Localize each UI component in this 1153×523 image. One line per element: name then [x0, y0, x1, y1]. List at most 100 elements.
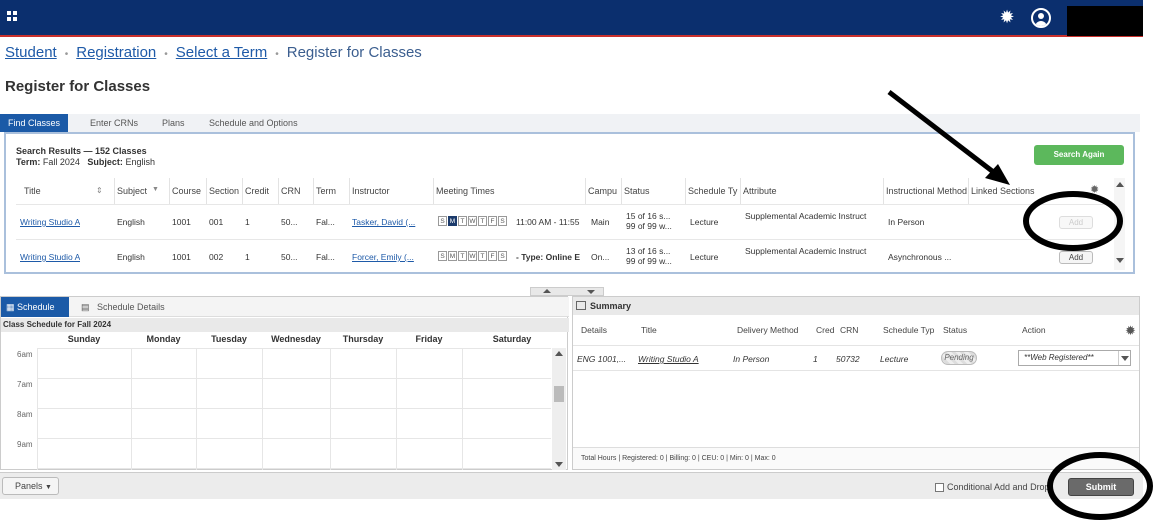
cell-course: 1001 — [172, 252, 191, 262]
col-instructor[interactable]: Instructor — [352, 186, 390, 196]
col-term[interactable]: Term — [316, 186, 336, 196]
col-cred[interactable]: Cred — [816, 325, 834, 335]
breadcrumb-student[interactable]: Student — [5, 44, 57, 61]
cell-campus: On... — [591, 252, 610, 262]
cell-schedule-type: Lecture — [690, 252, 719, 262]
cell-attribute: Supplemental Academic Instruct — [745, 246, 867, 256]
calendar-icon: ▦ — [6, 302, 15, 312]
col-meeting-times[interactable]: Meeting Times — [436, 186, 495, 196]
col-details[interactable]: Details — [581, 325, 607, 335]
col-credit[interactable]: Credit — [245, 186, 269, 196]
panel-resize-handle[interactable] — [530, 287, 604, 296]
sort-desc-icon[interactable]: ▼ — [152, 186, 159, 193]
col-instructional-method[interactable]: Instructional Method — [886, 186, 967, 196]
summary-title-link[interactable]: Writing Studio A — [638, 354, 699, 364]
summary-cred: 1 — [813, 354, 818, 364]
cell-term: Fal... — [316, 217, 335, 227]
settings-gear-icon[interactable]: ✹ — [998, 8, 1016, 26]
scroll-up-icon[interactable] — [1116, 182, 1124, 187]
schedule-panel: ▦ Schedule ▤ Schedule Details Class Sche… — [0, 296, 569, 470]
page-title: Register for Classes — [5, 78, 151, 95]
col-status[interactable]: Status — [943, 325, 967, 335]
cell-course: 1001 — [172, 217, 191, 227]
meeting-days: SMTWTFS — [438, 216, 508, 226]
cell-attribute: Supplemental Academic Instruct — [745, 211, 867, 221]
col-crn[interactable]: CRN — [840, 325, 858, 335]
tab-plans[interactable]: Plans — [154, 114, 193, 132]
class-title-link[interactable]: Writing Studio A — [20, 252, 80, 262]
cell-term: Fal... — [316, 252, 335, 262]
table-row: Writing Studio A English 1001 001 1 50..… — [16, 204, 1111, 238]
col-title[interactable]: Title — [641, 325, 657, 335]
col-delivery-method[interactable]: Delivery Method — [737, 325, 798, 335]
add-button[interactable]: Add — [1059, 216, 1093, 229]
scroll-down-icon[interactable] — [555, 462, 563, 467]
tab-schedule[interactable]: ▦ Schedule — [1, 297, 69, 317]
cell-meeting-time: 11:00 AM - 11:55 — [516, 217, 580, 227]
scroll-thumb[interactable] — [554, 386, 564, 402]
col-subject[interactable]: Subject — [117, 186, 147, 196]
col-linked-sections[interactable]: Linked Sections — [971, 186, 1035, 196]
time-label: 8am — [17, 410, 33, 419]
time-label: 6am — [17, 350, 33, 359]
sort-icon[interactable]: ⇕ — [96, 186, 103, 195]
col-action[interactable]: Action — [1022, 325, 1046, 335]
redacted-username — [1067, 6, 1143, 36]
tab-schedule-options[interactable]: Schedule and Options — [201, 114, 306, 132]
day-header: Thursday — [342, 334, 384, 344]
summary-details: ENG 1001,... — [577, 354, 627, 364]
user-profile-icon[interactable] — [1031, 8, 1051, 28]
col-attribute[interactable]: Attribute — [743, 186, 777, 196]
table-settings-gear-icon[interactable]: ✹ — [1090, 183, 1099, 196]
breadcrumb-separator: • — [164, 49, 168, 60]
cell-campus: Main — [591, 217, 610, 227]
cell-subject: English — [117, 252, 145, 262]
tab-schedule-details[interactable]: ▤ Schedule Details — [81, 297, 165, 317]
schedule-scrollbar[interactable] — [552, 348, 566, 470]
class-title-link[interactable]: Writing Studio A — [20, 217, 80, 227]
col-status[interactable]: Status — [624, 186, 650, 196]
cell-meeting-type: - Type: Online E — [516, 252, 581, 262]
tab-find-classes[interactable]: Find Classes — [0, 114, 69, 132]
breadcrumb-current: Register for Classes — [286, 44, 422, 61]
breadcrumb-registration[interactable]: Registration — [76, 44, 156, 61]
chevron-down-icon: ▼ — [45, 484, 52, 491]
cell-section: 001 — [209, 217, 224, 227]
col-crn[interactable]: CRN — [281, 186, 301, 196]
summary-icon — [576, 301, 586, 310]
top-bar: ✹ — [0, 0, 1143, 37]
panels-button[interactable]: Panels ▼ — [2, 477, 59, 495]
conditional-add-drop-checkbox[interactable] — [935, 483, 944, 492]
col-course[interactable]: Course — [172, 186, 201, 196]
summary-totals: Total Hours | Registered: 0 | Billing: 0… — [573, 447, 1139, 469]
time-label: 9am — [17, 440, 33, 449]
scroll-down-icon[interactable] — [1116, 258, 1124, 263]
results-count: Search Results — 152 Classes — [16, 146, 147, 156]
scroll-up-icon[interactable] — [555, 351, 563, 356]
search-results-panel: Search Results — 152 Classes Term: Fall … — [4, 132, 1135, 274]
tab-enter-crns[interactable]: Enter CRNs — [82, 114, 146, 132]
action-select[interactable]: **Web Registered** — [1018, 350, 1131, 366]
results-scrollbar[interactable] — [1114, 178, 1125, 270]
instructor-link[interactable]: Tasker, David (... — [352, 217, 424, 227]
col-campus[interactable]: Campu — [588, 186, 617, 196]
breadcrumb-separator: • — [275, 49, 279, 60]
submit-button[interactable]: Submit — [1068, 478, 1134, 496]
app-grid-icon[interactable] — [7, 11, 18, 22]
search-again-button[interactable]: Search Again — [1034, 145, 1124, 165]
summary-row: ENG 1001,... Writing Studio A In Person … — [573, 345, 1139, 371]
col-section[interactable]: Section — [209, 186, 239, 196]
meeting-days: SMTWTFS — [438, 251, 508, 261]
instructor-link[interactable]: Forcer, Emily (... — [352, 252, 424, 262]
breadcrumb-select-term[interactable]: Select a Term — [176, 44, 267, 61]
schedule-title: Class Schedule for Fall 2024 — [1, 318, 569, 332]
cell-schedule-type: Lecture — [690, 217, 719, 227]
summary-delivery: In Person — [733, 354, 770, 364]
col-title[interactable]: Title — [24, 186, 41, 196]
summary-settings-gear-icon[interactable]: ✹ — [1125, 323, 1136, 339]
col-schedule-type[interactable]: Schedule Ty — [688, 186, 737, 196]
add-button[interactable]: Add — [1059, 251, 1093, 264]
cell-section: 002 — [209, 252, 224, 262]
cell-status: 15 of 16 s... 99 of 99 w... — [626, 211, 672, 231]
col-schedule-type[interactable]: Schedule Typ — [883, 325, 934, 335]
